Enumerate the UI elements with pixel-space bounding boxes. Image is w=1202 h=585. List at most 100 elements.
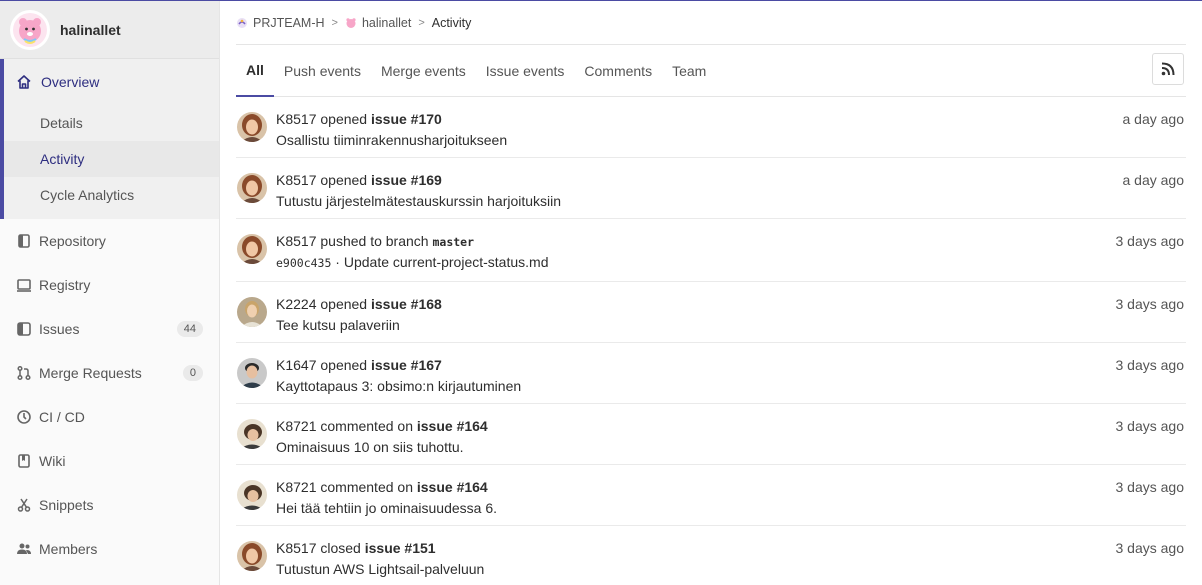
user-avatar[interactable] bbox=[237, 234, 267, 264]
book-closed-icon bbox=[15, 452, 33, 470]
event-target-link[interactable]: issue #164 bbox=[417, 479, 488, 495]
tab-team[interactable]: Team bbox=[662, 45, 716, 96]
sidebar-item-label: CI / CD bbox=[39, 409, 85, 425]
sidebar-item-label: Registry bbox=[39, 277, 91, 293]
event-target-link[interactable]: issue #151 bbox=[365, 540, 436, 556]
breadcrumb-group-label[interactable]: PRJTEAM-H bbox=[253, 16, 325, 30]
event-list: K8517 opened issue #170 Osallistu tiimin… bbox=[236, 97, 1186, 585]
issues-icon bbox=[15, 320, 33, 338]
event-action: closed bbox=[320, 540, 361, 556]
event-author[interactable]: K8517 bbox=[276, 233, 316, 249]
sidebar-item-issues[interactable]: Issues 44 bbox=[0, 307, 219, 351]
event-item: K8517 opened issue #169 Tutustu järjeste… bbox=[236, 158, 1186, 219]
event-author[interactable]: K8517 bbox=[276, 540, 316, 556]
event-detail[interactable]: Tutustun AWS Lightsail-palveluun bbox=[276, 561, 1186, 577]
event-target-link[interactable]: issue #168 bbox=[371, 296, 442, 312]
main-content: PRJTEAM-H > halinallet > Activity All Pu… bbox=[236, 1, 1186, 585]
event-time: 3 days ago bbox=[1115, 296, 1185, 312]
project-avatar[interactable] bbox=[10, 9, 50, 50]
event-item: K8517 pushed to branch master e900c435 ·… bbox=[236, 219, 1186, 282]
user-avatar[interactable] bbox=[237, 173, 267, 203]
sidebar-item-label: Overview bbox=[41, 74, 100, 90]
project-header[interactable]: halinallet bbox=[0, 1, 219, 59]
event-time: a day ago bbox=[1122, 172, 1185, 188]
sidebar-item-registry[interactable]: Registry bbox=[0, 263, 219, 307]
user-avatar[interactable] bbox=[237, 358, 267, 388]
event-author[interactable]: K1647 bbox=[276, 357, 316, 373]
event-time: 3 days ago bbox=[1115, 233, 1185, 249]
tab-issue-events[interactable]: Issue events bbox=[476, 45, 575, 96]
event-action: pushed to branch bbox=[320, 233, 429, 249]
event-target-link[interactable]: issue #170 bbox=[371, 111, 442, 127]
sidebar-item-overview[interactable]: Overview bbox=[4, 59, 219, 105]
event-target-link[interactable]: issue #164 bbox=[417, 418, 488, 434]
event-action: opened bbox=[320, 296, 368, 312]
event-filter-tabs: All Push events Merge events Issue event… bbox=[236, 45, 1186, 97]
event-time: 3 days ago bbox=[1115, 479, 1185, 495]
merge-requests-count-badge: 0 bbox=[182, 365, 203, 381]
sidebar-item-snippets[interactable]: Snippets bbox=[0, 483, 219, 527]
event-detail[interactable]: Tee kutsu palaveriin bbox=[276, 317, 1186, 333]
event-detail[interactable]: Ominaisuus 10 on siis tuhottu. bbox=[276, 439, 1186, 455]
sidebar-item-label: Members bbox=[39, 541, 98, 557]
scissors-icon bbox=[15, 496, 33, 514]
event-author[interactable]: K8721 bbox=[276, 418, 316, 434]
sidebar-item-repository[interactable]: Repository bbox=[0, 219, 219, 263]
event-detail[interactable]: Osallistu tiiminrakennusharjoitukseen bbox=[276, 132, 1186, 148]
sidebar-item-label: Issues bbox=[39, 321, 80, 337]
sidebar: halinallet Overview Details Activity Cyc… bbox=[0, 1, 220, 585]
user-avatar[interactable] bbox=[237, 419, 267, 449]
sidebar-item-label: Repository bbox=[39, 233, 106, 249]
sidebar-item-members[interactable]: Members bbox=[0, 527, 219, 571]
sidebar-item-ci-cd[interactable]: CI / CD bbox=[0, 395, 219, 439]
sidebar-item-label: Snippets bbox=[39, 497, 94, 513]
event-action: opened bbox=[320, 111, 368, 127]
project-name[interactable]: halinallet bbox=[60, 22, 121, 38]
tab-all[interactable]: All bbox=[236, 45, 274, 97]
sidebar-item-wiki[interactable]: Wiki bbox=[0, 439, 219, 483]
event-detail[interactable]: Hei tää tehtiin jo ominaisuudessa 6. bbox=[276, 500, 1186, 516]
event-author[interactable]: K8517 bbox=[276, 172, 316, 188]
event-item: K8517 closed issue #151 Tutustun AWS Lig… bbox=[236, 526, 1186, 585]
event-time: 3 days ago bbox=[1115, 357, 1185, 373]
commit-sha-link[interactable]: e900c435 bbox=[276, 256, 331, 270]
group-avatar-icon bbox=[237, 17, 247, 28]
breadcrumb-current[interactable]: Activity bbox=[432, 16, 472, 30]
breadcrumb-group[interactable]: PRJTEAM-H bbox=[236, 16, 325, 30]
event-action: opened bbox=[320, 172, 368, 188]
container-icon bbox=[15, 276, 33, 294]
event-target-link[interactable]: issue #169 bbox=[371, 172, 442, 188]
event-branch-link[interactable]: master bbox=[432, 235, 474, 249]
event-author[interactable]: K2224 bbox=[276, 296, 316, 312]
sidebar-item-merge-requests[interactable]: Merge Requests 0 bbox=[0, 351, 219, 395]
sidebar-sub-activity[interactable]: Activity bbox=[4, 141, 219, 177]
user-avatar[interactable] bbox=[237, 112, 267, 142]
event-time: a day ago bbox=[1122, 111, 1185, 127]
event-item: K8721 commented on issue #164 Ominaisuus… bbox=[236, 404, 1186, 465]
breadcrumb-project-label[interactable]: halinallet bbox=[362, 16, 411, 30]
event-detail[interactable]: Kayttotapaus 3: obsimo:n kirjautuminen bbox=[276, 378, 1186, 394]
sidebar-item-label: Wiki bbox=[39, 453, 66, 469]
sidebar-sub-details[interactable]: Details bbox=[4, 105, 219, 141]
event-action: opened bbox=[320, 357, 368, 373]
tab-merge-events[interactable]: Merge events bbox=[371, 45, 476, 96]
event-detail[interactable]: Tutustu järjestelmätestauskurssin harjoi… bbox=[276, 193, 1186, 209]
home-icon bbox=[15, 73, 33, 91]
sidebar-item-label: Merge Requests bbox=[39, 365, 142, 381]
user-avatar[interactable] bbox=[237, 541, 267, 571]
event-author[interactable]: K8517 bbox=[276, 111, 316, 127]
event-item: K8721 commented on issue #164 Hei tää te… bbox=[236, 465, 1186, 526]
event-author[interactable]: K8721 bbox=[276, 479, 316, 495]
nav-group-overview: Overview Details Activity Cycle Analytic… bbox=[0, 59, 219, 219]
book-icon bbox=[15, 232, 33, 250]
chevron-right-icon: > bbox=[418, 16, 425, 29]
tab-push-events[interactable]: Push events bbox=[274, 45, 371, 96]
breadcrumb-project[interactable]: halinallet bbox=[345, 16, 411, 30]
rss-feed-button[interactable] bbox=[1152, 53, 1184, 85]
user-avatar[interactable] bbox=[237, 480, 267, 510]
sidebar-sub-cycle-analytics[interactable]: Cycle Analytics bbox=[4, 177, 219, 213]
tab-comments[interactable]: Comments bbox=[574, 45, 662, 96]
event-item: K1647 opened issue #167 Kayttotapaus 3: … bbox=[236, 343, 1186, 404]
event-target-link[interactable]: issue #167 bbox=[371, 357, 442, 373]
user-avatar[interactable] bbox=[237, 297, 267, 327]
